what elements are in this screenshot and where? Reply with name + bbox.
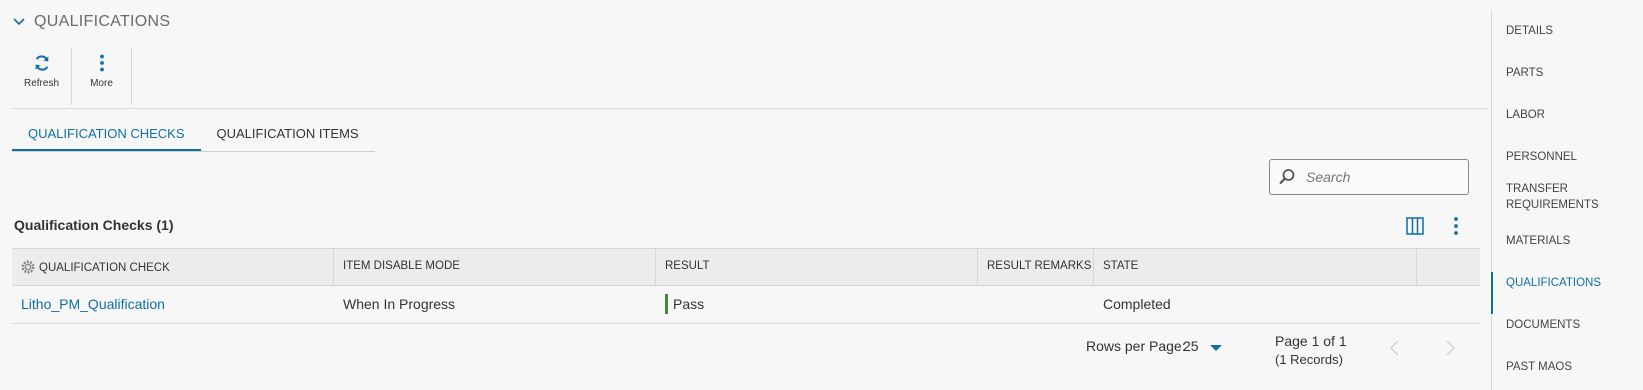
result-value: Pass xyxy=(673,296,705,312)
search-input[interactable] xyxy=(1304,168,1468,186)
more-label: More xyxy=(90,78,113,89)
search-icon xyxy=(1279,169,1295,185)
column-header-item-disable-mode[interactable]: ITEM DISABLE MODE xyxy=(334,249,656,285)
caret-down-icon[interactable] xyxy=(1210,345,1222,351)
section-title: QUALIFICATIONS xyxy=(34,13,171,30)
search-box[interactable] xyxy=(1269,159,1469,195)
tab-bar: QUALIFICATION CHECKS QUALIFICATION ITEMS xyxy=(12,118,375,152)
settings-gear-icon[interactable] xyxy=(21,260,35,274)
records-count: (1 Records) xyxy=(1275,352,1343,367)
column-header-qualification-check[interactable]: QUALIFICATION CHECK xyxy=(12,249,334,285)
rows-per-page-value[interactable]: 25 xyxy=(1183,338,1199,354)
tab-qualification-checks[interactable]: QUALIFICATION CHECKS xyxy=(12,118,201,151)
result-remarks-cell xyxy=(978,286,1094,323)
column-header-result-remarks[interactable]: RESULT REMARKS xyxy=(978,249,1094,285)
item-disable-mode-cell: When In Progress xyxy=(343,296,456,312)
state-cell: Completed xyxy=(1103,296,1171,312)
nav-item-parts[interactable]: PARTS xyxy=(1506,65,1543,81)
column-header-spacer xyxy=(1417,249,1480,285)
nav-item-personnel[interactable]: PERSONNEL xyxy=(1506,149,1577,165)
more-vertical-icon xyxy=(99,54,104,72)
chevron-right-icon[interactable] xyxy=(1443,339,1457,357)
column-header-result[interactable]: RESULT xyxy=(656,249,978,285)
refresh-icon xyxy=(35,55,48,71)
nav-item-documents[interactable]: DOCUMENTS xyxy=(1506,317,1580,333)
nav-item-details[interactable]: DETAILS xyxy=(1506,23,1553,39)
nav-item-past-maos[interactable]: PAST MAOS xyxy=(1506,359,1572,375)
nav-item-qualifications[interactable]: QUALIFICATIONS xyxy=(1506,275,1601,291)
columns-icon[interactable] xyxy=(1406,217,1424,235)
pagination: Rows per Page: 25 Page 1 of 1 (1 Records… xyxy=(0,333,1488,373)
rows-per-page-label: Rows per Page: xyxy=(1086,338,1186,354)
pass-status-indicator xyxy=(665,293,668,314)
qualification-check-link[interactable]: Litho_PM_Qualification xyxy=(21,296,165,312)
table-row[interactable]: Litho_PM_Qualification When In Progress … xyxy=(12,286,1480,324)
chevron-left-icon[interactable] xyxy=(1388,339,1402,357)
page-info: Page 1 of 1 xyxy=(1275,333,1347,349)
qualification-checks-table: QUALIFICATION CHECK ITEM DISABLE MODE RE… xyxy=(12,248,1480,324)
tab-qualification-items[interactable]: QUALIFICATION ITEMS xyxy=(201,118,375,151)
right-navigation: DETAILS PARTS LABOR PERSONNEL TRANSFER R… xyxy=(1491,10,1643,390)
chevron-down-icon[interactable] xyxy=(12,15,26,29)
column-header-state[interactable]: STATE xyxy=(1094,249,1417,285)
active-nav-indicator xyxy=(1491,272,1493,314)
nav-item-labor[interactable]: LABOR xyxy=(1506,107,1545,123)
nav-item-materials[interactable]: MATERIALS xyxy=(1506,233,1570,249)
grid-title: Qualification Checks (1) xyxy=(14,217,174,233)
refresh-button[interactable]: Refresh xyxy=(12,48,72,105)
toolbar-divider xyxy=(12,108,1488,109)
column-header-label: QUALIFICATION CHECK xyxy=(39,262,170,274)
main-panel: QUALIFICATIONS Refresh More QUALIFICATIO… xyxy=(0,0,1488,390)
more-button[interactable]: More xyxy=(72,48,132,105)
toolbar: Refresh More xyxy=(12,48,132,105)
nav-item-transfer-requirements[interactable]: TRANSFER REQUIREMENTS xyxy=(1506,181,1626,213)
table-header: QUALIFICATION CHECK ITEM DISABLE MODE RE… xyxy=(12,248,1480,286)
row-spacer-cell xyxy=(1417,286,1480,323)
refresh-label: Refresh xyxy=(23,78,59,89)
result-cell: Pass xyxy=(656,286,978,323)
kebab-menu-icon[interactable] xyxy=(1452,216,1460,236)
section-header[interactable]: QUALIFICATIONS xyxy=(12,10,170,34)
